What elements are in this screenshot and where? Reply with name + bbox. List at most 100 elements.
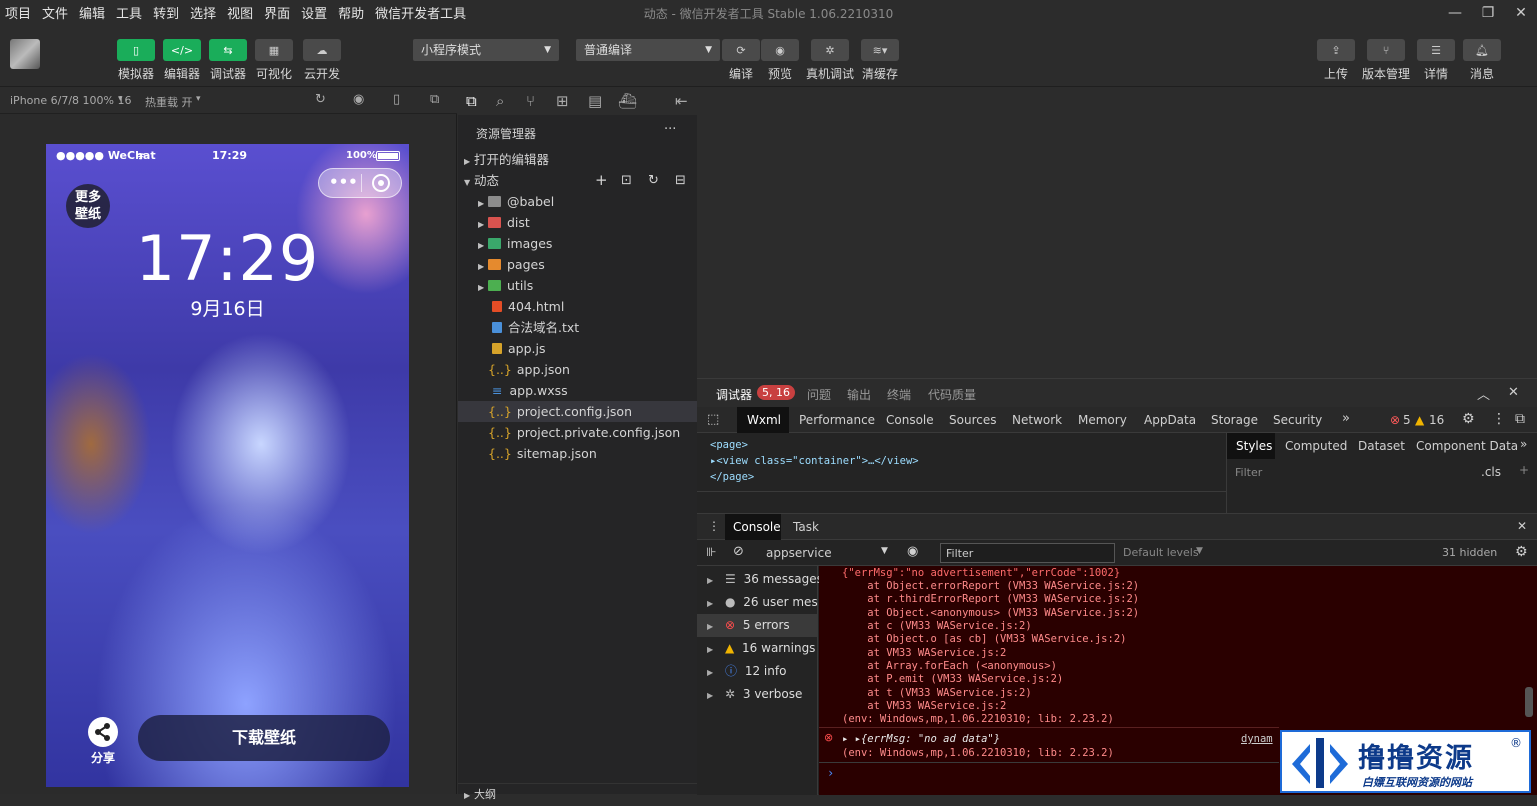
search-icon[interactable]: ⌕ [496, 92, 504, 110]
git-icon[interactable]: ⑂ [526, 92, 535, 110]
extensions-icon[interactable]: ⊞ [556, 92, 569, 110]
console-error-object[interactable]: ▸ ▸{errMsg: "no ad data"} [842, 733, 1000, 745]
tab-memory[interactable]: Memory [1078, 413, 1127, 427]
tab-component-data[interactable]: Component Data [1416, 439, 1518, 453]
refresh-explorer-icon[interactable]: ↻ [648, 170, 659, 191]
tree-item-babel[interactable]: ▶ @babel [458, 191, 697, 212]
tree-item-project-config[interactable]: {..} project.config.json [458, 401, 697, 422]
kebab-menu-icon[interactable]: ⋮ [1492, 411, 1506, 427]
dock-icon[interactable]: ⧉ [1515, 411, 1525, 427]
sidebar-errors[interactable]: ▶ ⊗ 5 errors [697, 614, 818, 637]
more-tabs-icon[interactable]: » [1342, 411, 1350, 426]
tree-item-app-wxss[interactable]: ≡ app.wxss [458, 380, 697, 401]
console-scrollbar[interactable] [1525, 687, 1533, 717]
tree-item-sitemap[interactable]: {..} sitemap.json [458, 443, 697, 464]
close-drawer-icon[interactable]: ✕ [1517, 519, 1527, 533]
docker-icon[interactable]: ⛴ [618, 92, 637, 110]
chevron-up-icon[interactable]: ︿ [1477, 384, 1490, 403]
sidebar-messages[interactable]: ▶ ☰ 36 messages [697, 568, 823, 591]
console-error-line[interactable]: at Object.o [as cb] (VM33 WAService.js:2… [842, 633, 1126, 645]
console-error-line[interactable]: at t (VM33 WAService.js:2) [842, 687, 1031, 699]
tab-console[interactable]: Console [886, 413, 934, 427]
stop-icon[interactable]: ◉ [353, 92, 364, 107]
open-editors-section[interactable]: ▶ 打开的编辑器 [458, 149, 697, 170]
console-error-line[interactable]: at P.emit (VM33 WAService.js:2) [842, 673, 1063, 685]
add-style-icon[interactable]: + [1519, 463, 1529, 477]
eye-icon[interactable]: ◉ [907, 544, 918, 559]
collapse-all-icon[interactable]: ⊟ [675, 170, 686, 191]
cls-button[interactable]: .cls [1481, 465, 1501, 479]
clear-console-icon[interactable]: ⊘ [733, 544, 744, 559]
hot-reload-toggle[interactable]: 热重载 开 [145, 94, 193, 110]
close-capsule-icon[interactable] [372, 174, 390, 192]
menu-select[interactable]: 选择 [185, 3, 222, 22]
menu-devtools[interactable]: 微信开发者工具 [370, 3, 472, 22]
compile-icon[interactable]: ⟳ [722, 39, 760, 61]
tab-storage[interactable]: Storage [1211, 413, 1258, 427]
wxml-line[interactable]: <page> [710, 437, 919, 453]
cloud-icon[interactable]: ☁ [303, 39, 341, 61]
console-error-line[interactable]: at r.thirdErrorReport (VM33 WAService.js… [842, 593, 1139, 605]
tree-item-dist[interactable]: ▶ dist [458, 212, 697, 233]
debugger-icon[interactable]: ⇆ [209, 39, 247, 61]
more-dots-icon[interactable]: ••• [329, 173, 358, 191]
menu-interface[interactable]: 界面 [259, 3, 296, 22]
minimize-icon[interactable]: — [1440, 2, 1470, 24]
sidebar-user-messages[interactable]: ▶ ● 26 user mes... [697, 591, 829, 614]
tab-task[interactable]: Task [793, 520, 819, 534]
menu-tools[interactable]: 工具 [111, 3, 148, 22]
tab-wxml[interactable]: Wxml [747, 413, 781, 427]
avatar[interactable] [10, 39, 40, 69]
drawer-menu-icon[interactable]: ⋮ [708, 519, 720, 533]
tree-item-pages[interactable]: ▶ pages [458, 254, 697, 275]
new-folder-icon[interactable]: ⊡ [621, 170, 632, 191]
compile-select[interactable]: 普通编译 ▼ [576, 39, 720, 61]
visual-icon[interactable]: ▦ [255, 39, 293, 61]
menu-edit[interactable]: 编辑 [74, 3, 111, 22]
tree-item-404-html[interactable]: 404.html [458, 296, 697, 317]
tree-item-app-json[interactable]: {..} app.json [458, 359, 697, 380]
gear-icon[interactable]: ⚙ [1515, 544, 1528, 560]
storage-icon[interactable]: ▤ [588, 92, 602, 110]
tab-appdata[interactable]: AppData [1144, 413, 1196, 427]
context-select[interactable]: appservice [766, 546, 832, 560]
tab-code-quality[interactable]: 代码质量 [928, 386, 976, 403]
gear-icon[interactable]: ⚙ [1462, 411, 1475, 427]
tab-console-drawer[interactable]: Console [733, 520, 781, 534]
preview-icon[interactable]: ◉ [761, 39, 799, 61]
tab-debugger[interactable]: 调试器 [716, 386, 752, 403]
console-error-line[interactable]: at Object.<anonymous> (VM33 WAService.js… [842, 607, 1139, 619]
details-icon[interactable]: ☰ [1417, 39, 1455, 61]
share-icon[interactable] [88, 717, 118, 747]
console-error-line[interactable]: at VM33 WAService.js:2 [842, 647, 1006, 659]
more-icon[interactable]: ··· [664, 122, 676, 137]
tab-performance[interactable]: Performance [799, 413, 875, 427]
version-icon[interactable]: ⑂ [1367, 39, 1405, 61]
files-icon[interactable]: ⧉ [466, 92, 477, 110]
device-select[interactable]: iPhone 6/7/8 100% 16 [10, 94, 131, 107]
tree-item-txt[interactable]: 合法域名.txt [458, 317, 697, 338]
close-window-icon[interactable]: ✕ [1506, 2, 1536, 24]
tab-computed[interactable]: Computed [1285, 439, 1347, 453]
maximize-icon[interactable]: ❐ [1473, 2, 1503, 24]
console-error-line[interactable]: at Object.errorReport (VM33 WAService.js… [842, 580, 1139, 592]
console-prompt[interactable]: › [827, 766, 834, 780]
tree-item-utils[interactable]: ▶ utils [458, 275, 697, 296]
tab-dataset[interactable]: Dataset [1358, 439, 1405, 453]
console-filter-input[interactable]: Filter [940, 543, 1115, 563]
upload-icon[interactable]: ⇪ [1317, 39, 1355, 61]
phone-icon[interactable]: ▯ [393, 92, 400, 107]
project-section[interactable]: ▼ 动态 + ⊡ ↻ ⊟ [458, 170, 697, 191]
download-wallpaper-button[interactable]: 下载壁纸 [138, 715, 390, 761]
tree-item-images[interactable]: ▶ images [458, 233, 697, 254]
close-devtools-icon[interactable]: ✕ [1508, 385, 1519, 400]
menu-project[interactable]: 项目 [0, 3, 37, 22]
sidebar-info[interactable]: ▶ ⓘ 12 info [697, 660, 818, 683]
console-source-link[interactable]: dynam [1241, 733, 1273, 745]
sidebar-verbose[interactable]: ▶ ✲ 3 verbose [697, 683, 818, 706]
tree-item-app-js[interactable]: app.js [458, 338, 697, 359]
tree-item-project-private-config[interactable]: {..} project.private.config.json [458, 422, 697, 443]
mode-select[interactable]: 小程序模式 ▼ [413, 39, 559, 61]
styles-filter-input[interactable]: Filter [1235, 466, 1262, 479]
tab-terminal[interactable]: 终端 [887, 386, 911, 403]
